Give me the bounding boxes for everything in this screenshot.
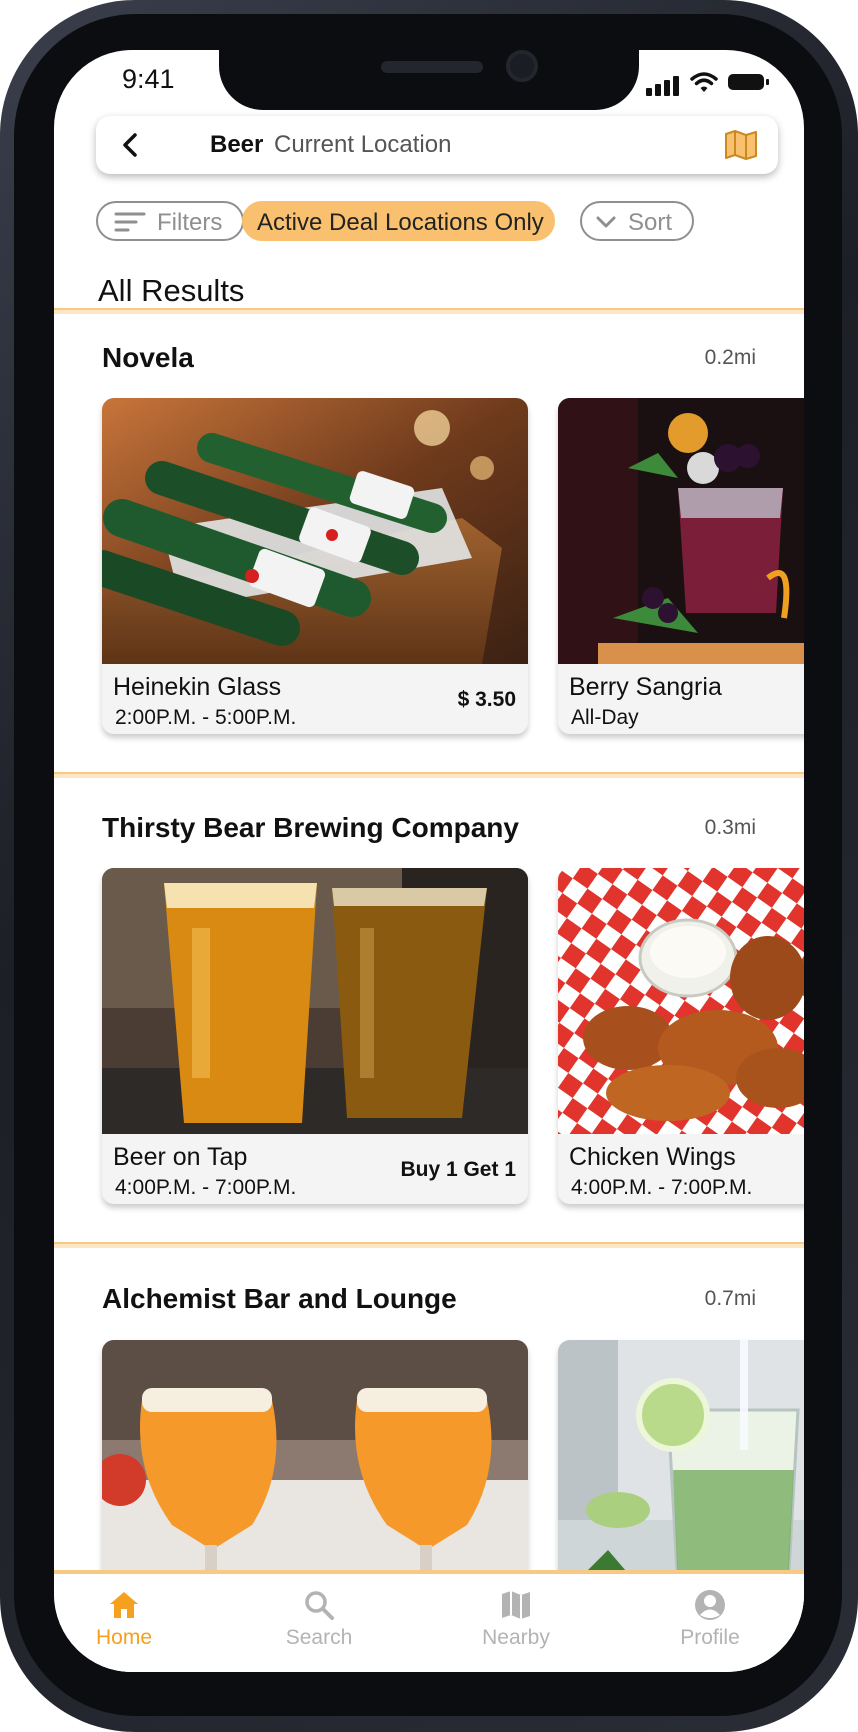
deal-photo-chicken-wings	[558, 868, 804, 1134]
battery-icon	[728, 74, 769, 90]
notch	[219, 50, 639, 110]
sort-label: Sort	[628, 209, 673, 236]
deal-title: Berry Sangria	[569, 673, 722, 701]
deal-time: 4:00P.M. - 7:00P.M.	[571, 1176, 753, 1199]
deal-card[interactable]: Chicken Wings 4:00P.M. - 7:00P.M.	[558, 868, 804, 1204]
tab-profile[interactable]: Profile	[635, 1588, 785, 1650]
section-divider	[54, 308, 804, 314]
deal-time: 2:00P.M. - 5:00P.M.	[115, 706, 297, 729]
tab-label: Search	[285, 1626, 353, 1649]
venue-name[interactable]: Thirsty Bear Brewing Company	[102, 812, 519, 844]
active-deal-label: Active Deal Locations Only	[257, 209, 544, 236]
active-deal-filter-chip[interactable]: Active Deal Locations Only	[242, 201, 555, 241]
tab-label: Nearby	[482, 1626, 550, 1649]
filter-lines-icon	[114, 212, 146, 232]
search-icon	[305, 1591, 334, 1620]
deal-card[interactable]: Heinekin Glass 2:00P.M. - 5:00P.M. $ 3.5…	[102, 398, 528, 734]
tab-label: Profile	[680, 1626, 740, 1649]
section-divider	[54, 772, 804, 778]
chevron-down-icon	[596, 216, 616, 228]
tab-search[interactable]: Search	[244, 1588, 394, 1650]
speaker	[381, 61, 483, 73]
venue-name[interactable]: Alchemist Bar and Lounge	[102, 1283, 457, 1315]
tab-home[interactable]: Home	[54, 1588, 199, 1650]
tab-nearby[interactable]: Nearby	[441, 1588, 591, 1650]
deal-photo-craft-beers	[102, 1340, 528, 1606]
back-arrow-icon[interactable]	[116, 130, 146, 160]
deal-title: Chicken Wings	[569, 1143, 736, 1171]
search-term: Beer	[210, 131, 264, 158]
deal-title: Heinekin Glass	[113, 673, 282, 701]
venue-distance: 0.7mi	[704, 1287, 756, 1310]
venue-distance: 0.3mi	[704, 816, 756, 839]
deal-photo-beer-bottles	[102, 398, 528, 664]
deal-card[interactable]: Beer on Tap 4:00P.M. - 7:00P.M. Buy 1 Ge…	[102, 868, 528, 1204]
deal-price: $ 3.50	[457, 688, 516, 711]
app-screen: 9:41 Beer Current Location Filters Activ…	[54, 50, 804, 1672]
map-view-icon[interactable]	[724, 129, 758, 161]
wifi-icon	[690, 72, 718, 92]
deal-title: Beer on Tap	[113, 1143, 248, 1171]
profile-icon	[695, 1590, 725, 1620]
deal-time: 4:00P.M. - 7:00P.M.	[115, 1176, 297, 1199]
sort-button[interactable]: Sort	[580, 201, 694, 241]
home-icon	[110, 1592, 138, 1618]
status-time: 9:41	[122, 64, 175, 94]
bottom-tab-bar: Home Search Nearby Profile	[54, 1570, 804, 1672]
deal-price: Buy 1 Get 1	[400, 1158, 516, 1181]
search-location[interactable]: Current Location	[274, 131, 451, 159]
deal-photo-mojito	[558, 1340, 804, 1606]
status-icons	[646, 72, 776, 96]
deal-photo-sangria	[558, 398, 804, 664]
results-heading: All Results	[98, 273, 245, 308]
map-icon	[502, 1591, 530, 1619]
tab-label: Home	[95, 1626, 153, 1649]
filters-button[interactable]: Filters	[96, 201, 244, 241]
front-camera	[506, 50, 538, 82]
search-bar[interactable]: Beer Current Location	[96, 116, 778, 174]
deal-card[interactable]: Berry Sangria All-Day	[558, 398, 804, 734]
filters-label: Filters	[157, 209, 223, 236]
venue-distance: 0.2mi	[704, 346, 756, 369]
deal-photo-beer-glasses	[102, 868, 528, 1134]
venue-name[interactable]: Novela	[102, 342, 194, 374]
deal-time: All-Day	[571, 706, 639, 729]
section-divider	[54, 1242, 804, 1248]
